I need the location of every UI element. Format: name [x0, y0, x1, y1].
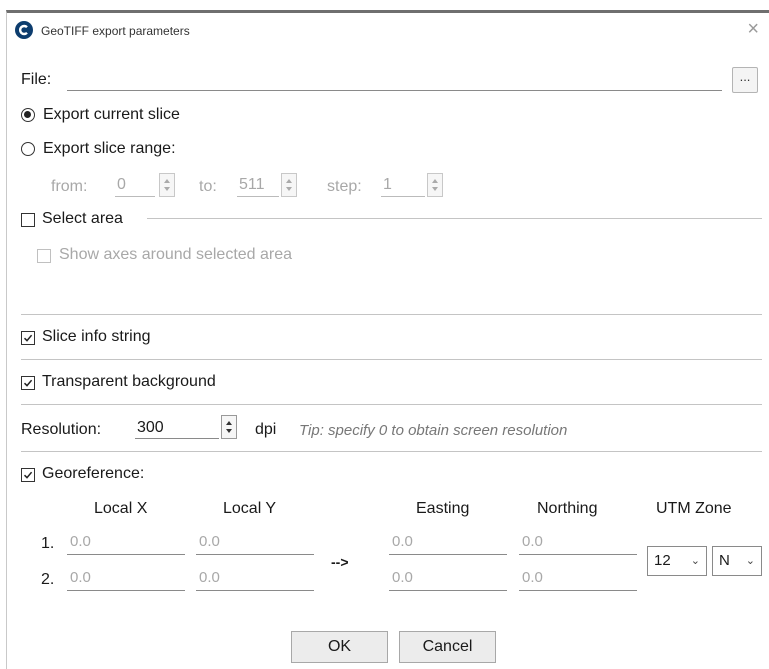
- file-path-input[interactable]: [67, 69, 722, 91]
- export-slice-range-radio[interactable]: [21, 142, 35, 156]
- slice-info-checkbox[interactable]: [21, 331, 35, 345]
- row-2-northing-input[interactable]: 0.0: [519, 567, 637, 591]
- row-1-northing-input[interactable]: 0.0: [519, 531, 637, 555]
- to-spin-arrows-icon[interactable]: [281, 173, 297, 197]
- transparent-background-label: Transparent background: [42, 373, 216, 390]
- resolution-spinbox[interactable]: 300: [135, 415, 245, 439]
- show-axes-checkbox[interactable]: [37, 249, 51, 263]
- arrow-right-icon: -->: [331, 554, 349, 570]
- utm-zone-header: UTM Zone: [656, 500, 732, 517]
- local-y-header: Local Y: [223, 500, 277, 517]
- export-current-slice-label: Export current slice: [43, 106, 180, 123]
- resolution-spin-arrows-icon[interactable]: [221, 415, 237, 439]
- close-icon[interactable]: ×: [747, 19, 759, 39]
- geotiff-export-dialog: GeoTIFF export parameters × File: ... Ex…: [6, 10, 769, 669]
- to-spinbox[interactable]: 511: [237, 173, 297, 197]
- from-spin-arrows-icon[interactable]: [159, 173, 175, 197]
- resolution-label: Resolution:: [21, 421, 102, 438]
- divider: [21, 314, 762, 315]
- slice-info-label: Slice info string: [42, 328, 151, 345]
- export-current-slice-radio[interactable]: [21, 108, 35, 122]
- export-slice-range-label: Export slice range:: [43, 140, 176, 157]
- step-label: step:: [327, 178, 362, 195]
- select-area-group-line: [147, 218, 762, 219]
- divider: [21, 359, 762, 360]
- file-label: File:: [21, 71, 52, 88]
- browse-button[interactable]: ...: [732, 67, 758, 93]
- georeference-checkbox[interactable]: [21, 468, 35, 482]
- divider: [21, 404, 762, 405]
- to-label: to:: [199, 178, 217, 195]
- row-2-local-x-input[interactable]: 0.0: [67, 567, 185, 591]
- georeference-label: Georeference:: [42, 465, 145, 482]
- row-1-index: 1.: [41, 535, 55, 552]
- cancel-button[interactable]: Cancel: [399, 631, 496, 663]
- dpi-unit-label: dpi: [255, 421, 277, 438]
- from-value[interactable]: 0: [115, 173, 155, 197]
- divider: [21, 451, 762, 452]
- utm-zone-select[interactable]: 12 ⌄: [647, 546, 707, 576]
- show-axes-label: Show axes around selected area: [59, 246, 293, 263]
- resolution-value[interactable]: 300: [135, 415, 219, 439]
- row-2-easting-input[interactable]: 0.0: [389, 567, 507, 591]
- resolution-tip: Tip: specify 0 to obtain screen resoluti…: [299, 422, 568, 439]
- row-2-index: 2.: [41, 571, 55, 588]
- utm-zone-value: 12: [654, 552, 671, 569]
- chevron-down-icon: ⌄: [745, 555, 755, 567]
- from-label: from:: [51, 178, 88, 195]
- local-x-header: Local X: [94, 500, 148, 517]
- row-1-easting-input[interactable]: 0.0: [389, 531, 507, 555]
- app-logo-icon: [15, 21, 33, 39]
- ok-button[interactable]: OK: [291, 631, 388, 663]
- step-spin-arrows-icon[interactable]: [427, 173, 443, 197]
- window-title: GeoTIFF export parameters: [41, 24, 190, 38]
- step-spinbox[interactable]: 1: [381, 173, 443, 197]
- row-1-local-x-input[interactable]: 0.0: [67, 531, 185, 555]
- easting-header: Easting: [416, 500, 470, 517]
- select-area-label: Select area: [42, 210, 123, 227]
- northing-header: Northing: [537, 500, 598, 517]
- from-spinbox[interactable]: 0: [115, 173, 175, 197]
- row-2-local-y-input[interactable]: 0.0: [196, 567, 314, 591]
- transparent-background-checkbox[interactable]: [21, 376, 35, 390]
- to-value[interactable]: 511: [237, 173, 279, 197]
- select-area-checkbox[interactable]: [21, 213, 35, 227]
- step-value[interactable]: 1: [381, 173, 425, 197]
- row-1-local-y-input[interactable]: 0.0: [196, 531, 314, 555]
- hemisphere-value: N: [719, 552, 730, 569]
- chevron-down-icon: ⌄: [690, 555, 700, 567]
- hemisphere-select[interactable]: N ⌄: [712, 546, 762, 576]
